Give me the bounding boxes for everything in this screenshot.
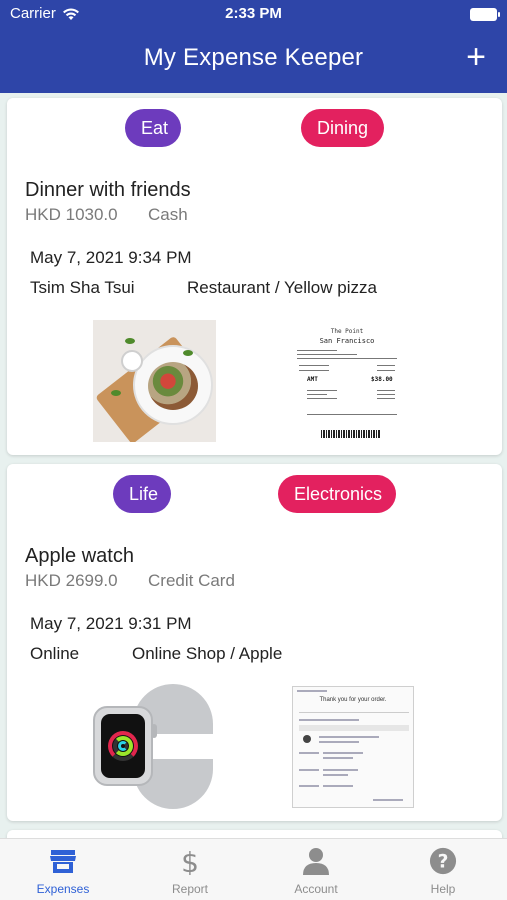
expense-merchant: Online Shop / Apple — [132, 644, 283, 663]
expense-amount: HKD 2699.0 — [25, 571, 118, 590]
expense-title: Apple watch — [25, 545, 134, 567]
app-header: Carrier 2:33 PM My Expense Keeper + — [0, 0, 507, 93]
tab-bar: Expenses $ Report Account ? Help — [0, 838, 507, 900]
tab-help[interactable]: ? Help — [380, 839, 506, 900]
subcategory-tag[interactable]: Electronics — [278, 475, 396, 513]
add-expense-button[interactable]: + — [461, 40, 491, 74]
tab-label: Help — [430, 882, 456, 896]
person-icon — [303, 848, 329, 875]
clock: 2:33 PM — [225, 5, 282, 22]
order-receipt-photo[interactable]: Thank you for your order. — [292, 686, 414, 808]
expense-datetime: May 7, 2021 9:34 PM — [30, 248, 192, 267]
question-icon: ? — [429, 847, 457, 875]
expense-datetime: May 7, 2021 9:31 PM — [30, 614, 192, 633]
expense-location: Tsim Sha Tsui — [30, 278, 135, 297]
category-tag[interactable]: Eat — [125, 109, 181, 147]
receipt-store-name: The Point — [330, 328, 364, 335]
expense-amount: HKD 1030.0 — [25, 205, 118, 224]
expense-card[interactable]: Life Electronics Apple watch HKD 2699.0 … — [7, 464, 502, 821]
subcategory-tag[interactable]: Dining — [301, 109, 384, 147]
category-tag[interactable]: Life — [113, 475, 171, 513]
tab-account[interactable]: Account — [253, 839, 379, 900]
tab-label: Account — [294, 882, 338, 896]
expense-card[interactable]: Eat Dining Dinner with friends HKD 1030.… — [7, 98, 502, 455]
receipt-amount-value: $38.00 — [371, 376, 393, 383]
receipt-heading: Thank you for your order. — [319, 697, 387, 703]
receipt-photo[interactable]: The Point San Francisco AMT $38.00 — [287, 320, 407, 446]
battery-icon — [470, 8, 500, 21]
expense-merchant: Restaurant / Yellow pizza — [187, 278, 377, 297]
payment-method: Credit Card — [148, 571, 235, 590]
tab-label: Expenses — [36, 882, 90, 896]
expense-location: Online — [30, 644, 80, 663]
dollar-icon: $ — [181, 847, 199, 875]
receipt-amount-label: AMT — [307, 376, 318, 383]
expense-title: Dinner with friends — [25, 179, 191, 201]
watch-photo[interactable] — [93, 684, 218, 809]
food-photo[interactable] — [93, 320, 216, 442]
tab-label: Report — [171, 882, 209, 896]
svg-text:$: $ — [181, 847, 199, 875]
tab-expenses[interactable]: Expenses — [0, 839, 126, 900]
payment-method: Cash — [148, 205, 188, 224]
store-icon — [50, 850, 76, 873]
tab-report[interactable]: $ Report — [127, 839, 253, 900]
svg-text:?: ? — [438, 852, 449, 873]
receipt-city: San Francisco — [319, 337, 375, 345]
page-title: My Expense Keeper — [143, 44, 364, 71]
status-bar: Carrier 2:33 PM — [0, 0, 507, 28]
